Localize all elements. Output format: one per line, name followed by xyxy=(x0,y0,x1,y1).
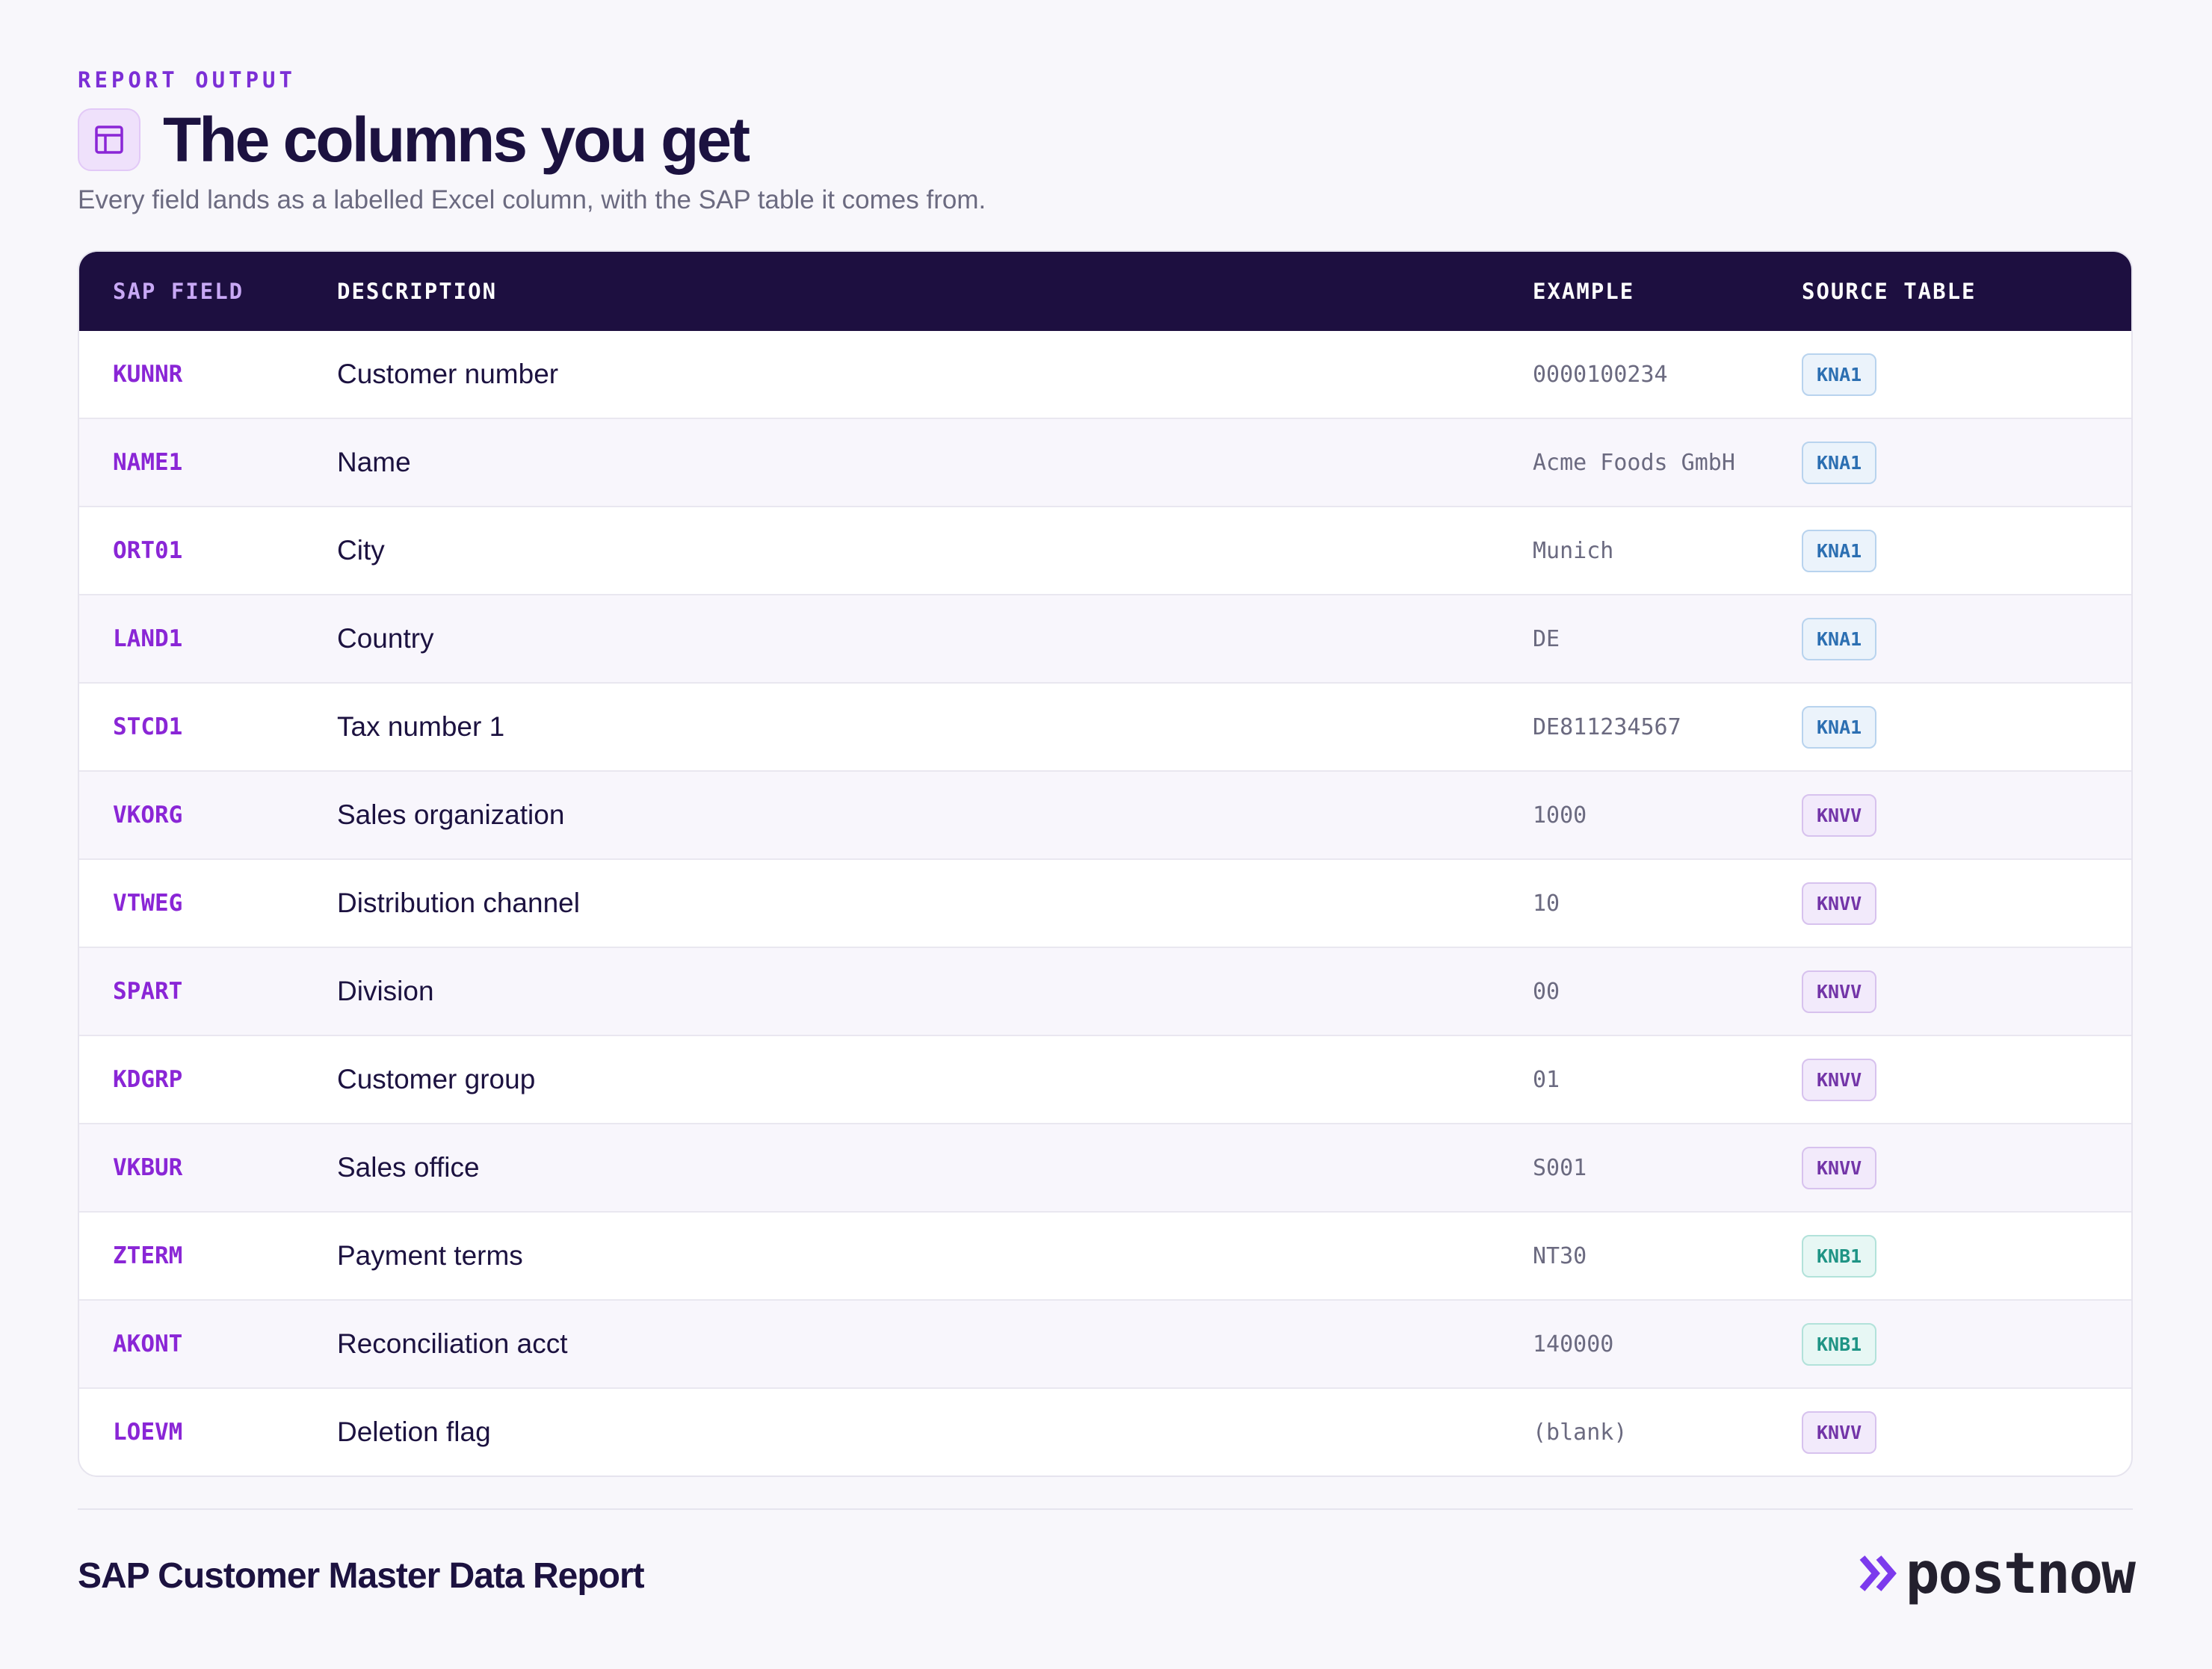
field-example: (blank) xyxy=(1533,1419,1628,1446)
source-table-badge: KNVV xyxy=(1802,1058,1877,1101)
field-example: DE xyxy=(1533,625,1560,652)
column-header-description: DESCRIPTION xyxy=(337,279,498,304)
field-example: 140000 xyxy=(1533,1331,1614,1357)
source-table-badge: KNVV xyxy=(1802,882,1877,925)
field-description: Tax number 1 xyxy=(337,711,505,742)
field-example: S001 xyxy=(1533,1154,1587,1181)
source-table-badge: KNA1 xyxy=(1802,529,1877,572)
field-example: DE811234567 xyxy=(1533,713,1681,740)
field-code: SPART xyxy=(113,978,183,1005)
logo-wordmark: postnow xyxy=(1905,1540,2136,1606)
field-code: KDGRP xyxy=(113,1066,183,1093)
field-description: Name xyxy=(337,447,411,477)
source-table-badge: KNVV xyxy=(1802,1146,1877,1189)
field-code: LOEVM xyxy=(113,1419,183,1446)
postnow-logo: postnow xyxy=(1858,1540,2136,1606)
table-row: VKORG Sales organization 1000 KNVV xyxy=(79,770,2131,858)
field-description: Payment terms xyxy=(337,1240,523,1271)
field-description: Reconciliation acct xyxy=(337,1328,568,1359)
field-example: 0000100234 xyxy=(1533,361,1668,388)
double-chevron-icon xyxy=(1859,1555,1897,1591)
source-table-badge: KNA1 xyxy=(1802,441,1877,484)
field-description: Division xyxy=(337,976,434,1006)
field-example: 10 xyxy=(1533,890,1560,917)
source-table-badge: KNA1 xyxy=(1802,617,1877,660)
source-table-badge: KNA1 xyxy=(1802,353,1877,396)
table-header: SAP FIELD DESCRIPTION EXAMPLE SOURCE TAB… xyxy=(79,252,2131,331)
footer-divider xyxy=(78,1508,2133,1510)
table-body: KUNNR Customer number 0000100234 KNA1 NAME1 N… xyxy=(79,331,2131,1476)
field-code: ORT01 xyxy=(113,537,183,564)
field-example: Acme Foods GmbH xyxy=(1533,449,1735,476)
field-code: KUNNR xyxy=(113,361,183,388)
table-row: KUNNR Customer number 0000100234 KNA1 xyxy=(79,331,2131,418)
table-row: ZTERM Payment terms NT30 KNB1 xyxy=(79,1211,2131,1299)
source-table-badge: KNVV xyxy=(1802,970,1877,1013)
field-description: Sales office xyxy=(337,1152,480,1183)
field-code: VKORG xyxy=(113,802,183,829)
page-subtitle: Every field lands as a labelled Excel co… xyxy=(78,185,986,214)
table-row: LAND1 Country DE KNA1 xyxy=(79,594,2131,682)
table-row: VKBUR Sales office S001 KNVV xyxy=(79,1123,2131,1211)
column-header-example: EXAMPLE xyxy=(1533,279,1635,304)
column-header-field: SAP FIELD xyxy=(113,279,244,304)
field-description: Deletion flag xyxy=(337,1416,491,1447)
eyebrow-label: REPORT OUTPUT xyxy=(78,67,296,93)
table-row: STCD1 Tax number 1 DE811234567 KNA1 xyxy=(79,682,2131,770)
columns-table: SAP FIELD DESCRIPTION EXAMPLE SOURCE TAB… xyxy=(78,250,2133,1477)
field-code: LAND1 xyxy=(113,625,183,652)
field-example: 1000 xyxy=(1533,802,1587,829)
title-row: The columns you get xyxy=(78,105,750,175)
footer-title: SAP Customer Master Data Report xyxy=(78,1556,645,1596)
source-table-badge: KNVV xyxy=(1802,1411,1877,1454)
table-row: AKONT Reconciliation acct 140000 KNB1 xyxy=(79,1299,2131,1387)
field-example: Munich xyxy=(1533,537,1614,564)
table-row: NAME1 Name Acme Foods GmbH KNA1 xyxy=(79,418,2131,506)
column-header-source: SOURCE TABLE xyxy=(1802,279,1977,304)
table-row: SPART Division 00 KNVV xyxy=(79,947,2131,1035)
field-example: 01 xyxy=(1533,1066,1560,1093)
field-example: 00 xyxy=(1533,978,1560,1005)
page-title: The columns you get xyxy=(163,105,750,175)
field-description: Sales organization xyxy=(337,799,565,830)
field-code: VTWEG xyxy=(113,890,183,917)
field-code: VKBUR xyxy=(113,1154,183,1181)
field-code: STCD1 xyxy=(113,713,183,740)
table-row: VTWEG Distribution channel 10 KNVV xyxy=(79,858,2131,947)
field-description: City xyxy=(337,535,385,566)
field-description: Distribution channel xyxy=(337,888,580,918)
field-code: ZTERM xyxy=(113,1242,183,1269)
field-description: Customer group xyxy=(337,1064,536,1094)
source-table-badge: KNB1 xyxy=(1802,1322,1877,1366)
table-row: KDGRP Customer group 01 KNVV xyxy=(79,1035,2131,1123)
field-description: Country xyxy=(337,623,434,654)
field-code: NAME1 xyxy=(113,449,183,476)
source-table-badge: KNA1 xyxy=(1802,705,1877,749)
field-description: Customer number xyxy=(337,359,559,389)
table-row: ORT01 City Munich KNA1 xyxy=(79,506,2131,594)
table-row: LOEVM Deletion flag (blank) KNVV xyxy=(79,1387,2131,1476)
field-example: NT30 xyxy=(1533,1242,1587,1269)
table-icon xyxy=(78,108,140,171)
source-table-badge: KNB1 xyxy=(1802,1234,1877,1278)
source-table-badge: KNVV xyxy=(1802,793,1877,837)
field-code: AKONT xyxy=(113,1331,183,1357)
